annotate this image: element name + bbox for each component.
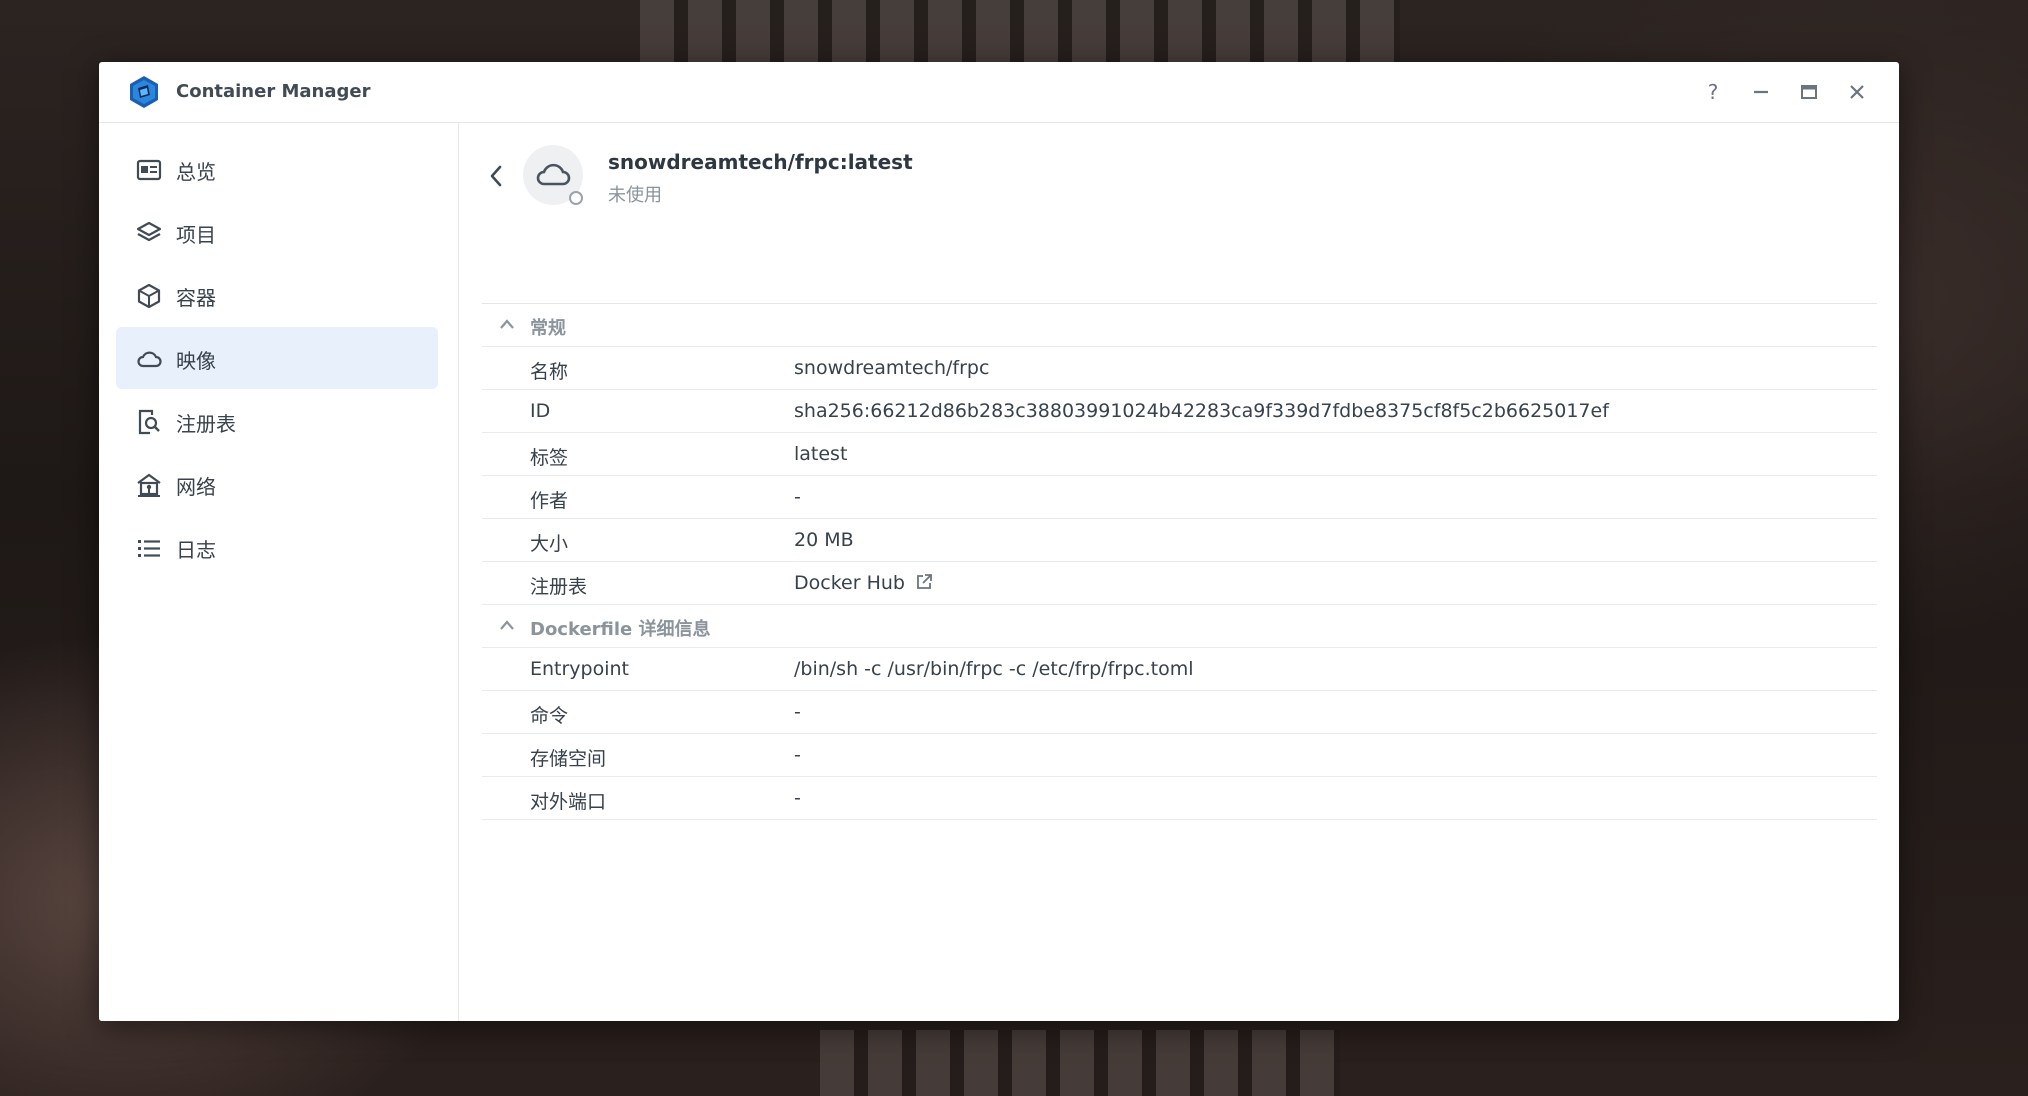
row-key: 存储空间	[530, 748, 607, 770]
row-value: latest	[794, 443, 848, 465]
registry-link[interactable]: Docker Hub	[794, 572, 905, 594]
chevron-up-icon	[500, 319, 514, 329]
app-window: Container Manager ? 总览 项目 容器 映像 注册表 网络 日…	[99, 62, 1899, 1021]
close-icon[interactable]	[1843, 78, 1871, 106]
help-icon[interactable]: ?	[1699, 78, 1727, 106]
table-row: 对外端口 -	[482, 777, 1877, 820]
table-row: 作者 -	[482, 476, 1877, 519]
title-bar: Container Manager ?	[99, 62, 1899, 123]
sidebar-item-images[interactable]: 映像	[116, 327, 438, 389]
row-value: 20 MB	[794, 529, 854, 551]
chevron-up-icon	[500, 620, 514, 630]
overview-icon	[136, 159, 162, 181]
external-link-icon[interactable]	[915, 573, 933, 591]
registry-link-wrapper: Docker Hub	[794, 572, 933, 594]
row-key: 名称	[530, 361, 569, 383]
details-table: 常规 名称 snowdreamtech/frpc ID sha256:66212…	[482, 303, 1877, 820]
section-title: 常规	[530, 318, 566, 339]
row-key: 作者	[530, 490, 569, 512]
minimize-icon[interactable]	[1747, 78, 1775, 106]
sidebar-item-containers[interactable]: 容器	[116, 264, 438, 326]
sidebar-item-projects[interactable]: 项目	[116, 201, 438, 263]
layers-icon	[136, 221, 162, 242]
registry-search-icon	[138, 409, 160, 435]
background-decor-bottom	[820, 1030, 1340, 1096]
table-row: 标签 latest	[482, 433, 1877, 476]
image-status: 未使用	[608, 185, 662, 206]
cube-icon	[137, 283, 161, 309]
table-row: Entrypoint /bin/sh -c /usr/bin/frpc -c /…	[482, 648, 1877, 691]
cloud-icon	[536, 163, 571, 186]
sidebar-item-label: 注册表	[176, 412, 236, 436]
table-row: 存储空间 -	[482, 734, 1877, 777]
table-row: 大小 20 MB	[482, 519, 1877, 562]
row-value: snowdreamtech/frpc	[794, 357, 990, 379]
maximize-icon[interactable]	[1795, 78, 1823, 106]
row-value: -	[794, 787, 801, 809]
table-row: 名称 snowdreamtech/frpc	[482, 347, 1877, 390]
table-row: 注册表 Docker Hub	[482, 562, 1877, 605]
row-value: -	[794, 744, 801, 766]
status-indicator	[569, 191, 583, 205]
table-row: 命令 -	[482, 691, 1877, 734]
app-title: Container Manager	[176, 81, 371, 102]
row-key: 大小	[530, 533, 569, 555]
sidebar-item-network[interactable]: 网络	[116, 453, 438, 515]
sidebar-item-label: 项目	[176, 223, 216, 247]
network-house-icon	[137, 473, 161, 497]
sidebar: 总览 项目 容器 映像 注册表 网络 日志	[99, 123, 459, 1021]
row-key: ID	[530, 400, 551, 422]
row-key: 命令	[530, 705, 569, 727]
main-panel: snowdreamtech/frpc:latest 未使用 运行 操作 常规 名…	[459, 123, 1899, 1021]
row-value: sha256:66212d86b283c38803991024b42283ca9…	[794, 400, 1609, 422]
list-icon	[138, 540, 160, 557]
row-key: 标签	[530, 447, 569, 469]
sidebar-item-overview[interactable]: 总览	[116, 138, 438, 200]
sidebar-item-label: 日志	[176, 538, 216, 562]
section-header-general[interactable]: 常规	[482, 304, 1877, 347]
section-header-dockerfile[interactable]: Dockerfile 详细信息	[482, 605, 1877, 648]
container-manager-logo-icon	[130, 76, 158, 108]
cloud-icon	[137, 351, 162, 368]
row-value: -	[794, 486, 801, 508]
row-key: 注册表	[530, 576, 588, 598]
back-arrow-icon[interactable]	[485, 161, 507, 191]
row-key: Entrypoint	[530, 658, 630, 680]
sidebar-item-label: 总览	[176, 160, 216, 184]
image-title: snowdreamtech/frpc:latest	[608, 150, 913, 174]
row-key: 对外端口	[530, 791, 607, 813]
sidebar-item-label: 容器	[176, 286, 216, 310]
sidebar-item-logs[interactable]: 日志	[116, 516, 438, 578]
row-value: -	[794, 701, 801, 723]
sidebar-item-label: 映像	[176, 349, 216, 373]
sidebar-item-registry[interactable]: 注册表	[116, 390, 438, 452]
row-value: /bin/sh -c /usr/bin/frpc -c /etc/frp/frp…	[794, 658, 1194, 680]
table-row: ID sha256:66212d86b283c38803991024b42283…	[482, 390, 1877, 433]
section-title: Dockerfile 详细信息	[530, 619, 711, 640]
sidebar-item-label: 网络	[176, 475, 216, 499]
background-decor	[640, 0, 1400, 70]
